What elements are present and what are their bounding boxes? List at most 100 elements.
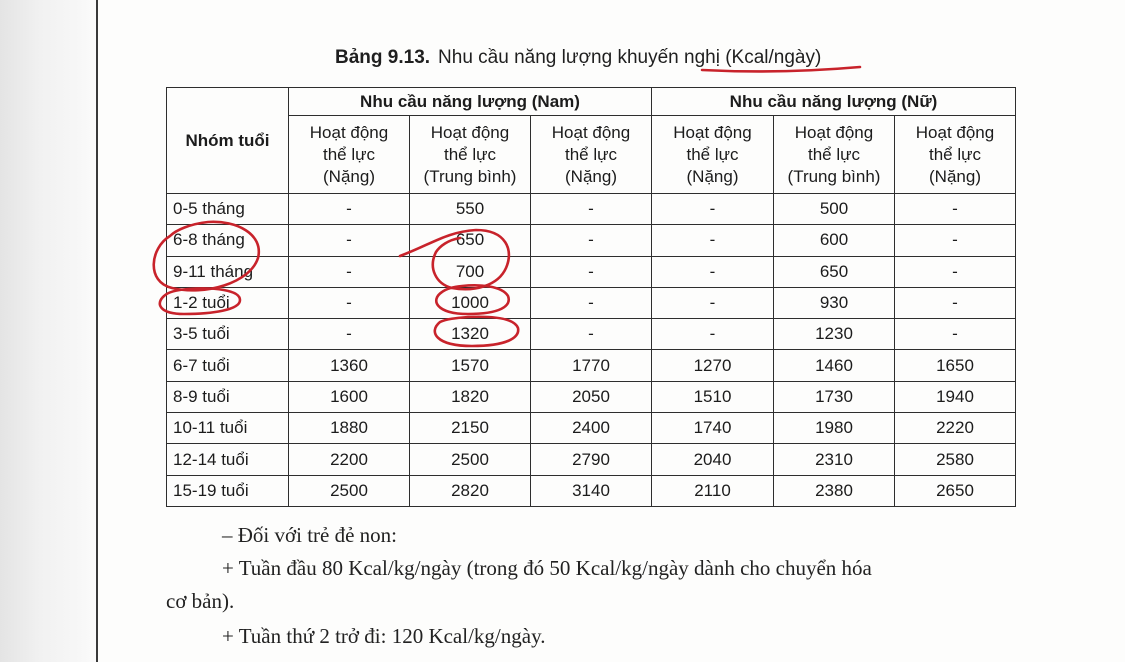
energy-value-cell: 3140	[530, 474, 652, 507]
energy-value-cell: 2310	[773, 443, 895, 476]
table-title: Nhu cầu năng lượng khuyến nghị (Kcal/ngà…	[438, 47, 822, 68]
table-row: 15-19 tuổi 2500 2820 3140 2110 2380 2650	[166, 474, 1016, 507]
energy-value-cell: -	[288, 224, 410, 257]
energy-value-cell: 1880	[288, 412, 410, 445]
energy-value-cell: 650	[409, 224, 531, 257]
energy-value-cell: -	[894, 255, 1016, 288]
table-number: Bảng 9.13.	[335, 47, 431, 68]
energy-value-cell: -	[530, 318, 652, 351]
table-row: 1-2 tuổi -1000- -930-	[166, 286, 1016, 320]
age-group-cell: 12-14 tuổi	[166, 443, 289, 476]
energy-value-cell: -	[288, 318, 410, 351]
energy-value-cell: -	[288, 286, 410, 320]
note-first-week-cont: cơ bản).	[166, 589, 235, 613]
subheader-cell: Hoạt động thể lực (Nặng)	[530, 115, 652, 194]
energy-value-cell: 500	[773, 192, 895, 226]
energy-value-cell: 1770	[530, 349, 652, 382]
energy-value-cell: 1320	[409, 318, 531, 351]
energy-value-cell: 1600	[288, 380, 410, 414]
energy-value-cell: -	[651, 224, 774, 257]
energy-value-cell: 1650	[894, 349, 1016, 382]
energy-value-cell: -	[288, 192, 410, 226]
page-gutter-shadow	[0, 0, 96, 662]
energy-value-cell: -	[651, 255, 774, 288]
male-group-header: Nhu cầu năng lượng (Nam)	[288, 87, 652, 116]
energy-value-cell: 550	[409, 192, 531, 226]
energy-value-cell: 2790	[530, 443, 652, 476]
table-row: 10-11 tuổi 1880 2150 2400 1740 1980 2220	[166, 412, 1016, 445]
note-first-week: + Tuần đầu 80 Kcal/kg/ngày (trong đó 50 …	[222, 556, 872, 580]
energy-value-cell: -	[894, 286, 1016, 320]
energy-requirements-table: Nhóm tuổi Nhu cầu năng lượng (Nam) Nhu c…	[166, 87, 1016, 507]
energy-value-cell: -	[651, 318, 774, 351]
energy-value-cell: 1820	[409, 380, 531, 414]
energy-value-cell: 2580	[894, 443, 1016, 476]
energy-value-cell: 1730	[773, 380, 895, 414]
header-row-activity: Hoạt động thể lực (Nặng) Hoạt động thể lực(…	[167, 115, 1016, 194]
energy-value-cell: 1980	[773, 412, 895, 445]
energy-value-cell: 2050	[530, 380, 652, 414]
energy-value-cell: -	[894, 224, 1016, 257]
table-row: 9-11 tháng -700- -650-	[166, 255, 1016, 288]
energy-value-cell: -	[894, 318, 1016, 351]
subheader-cell: Hoạt động thể lực (Nặng)	[651, 115, 774, 194]
energy-value-cell: 600	[773, 224, 895, 257]
energy-value-cell: 700	[409, 255, 531, 288]
table-body: 0-5 tháng -550- -500-6-8 tháng -650- -600-9-…	[166, 192, 1016, 507]
subheader-cell: Hoạt động thể lực (Nặng)	[894, 115, 1016, 194]
subheader-cell: Hoạt động thể lực (Trung bình)	[773, 115, 895, 194]
table-row: 6-8 tháng -650- -600-	[166, 224, 1016, 257]
energy-value-cell: 930	[773, 286, 895, 320]
age-group-cell: 1-2 tuổi	[166, 286, 289, 320]
table-caption: Bảng 9.13. Nhu cầu năng lượng khuyến nghị…	[335, 47, 821, 69]
age-group-cell: 6-8 tháng	[166, 224, 289, 257]
female-group-header: Nhu cầu năng lượng (Nữ)	[651, 87, 1016, 116]
energy-value-cell: 2500	[288, 474, 410, 507]
subheader-cell: Hoạt động thể lực (Trung bình)	[409, 115, 531, 194]
energy-value-cell: -	[894, 192, 1016, 226]
table-row: 12-14 tuổi 2200 2500 2790 2040 2310 2580	[166, 443, 1016, 476]
energy-value-cell: 1270	[651, 349, 774, 382]
energy-value-cell: 1570	[409, 349, 531, 382]
table-row: 6-7 tuổi 1360 1570 1770 1270 1460 1650	[166, 349, 1016, 382]
age-group-cell: 15-19 tuổi	[166, 474, 289, 507]
age-group-cell: 3-5 tuổi	[166, 318, 289, 351]
energy-value-cell: -	[651, 192, 774, 226]
energy-value-cell: -	[530, 286, 652, 320]
energy-value-cell: 1000	[409, 286, 531, 320]
energy-value-cell: 2220	[894, 412, 1016, 445]
energy-value-cell: 650	[773, 255, 895, 288]
energy-value-cell: 1460	[773, 349, 895, 382]
energy-value-cell: 2820	[409, 474, 531, 507]
energy-value-cell: 1940	[894, 380, 1016, 414]
age-group-cell: 6-7 tuổi	[166, 349, 289, 382]
energy-value-cell: 2150	[409, 412, 531, 445]
energy-value-cell: 2650	[894, 474, 1016, 507]
age-group-cell: 0-5 tháng	[166, 192, 289, 226]
age-group-cell: 8-9 tuổi	[166, 380, 289, 414]
age-group-header: Nhóm tuổi	[166, 87, 289, 194]
energy-value-cell: 2500	[409, 443, 531, 476]
energy-value-cell: 1230	[773, 318, 895, 351]
table-row: 3-5 tuổi -1320- -1230-	[166, 318, 1016, 351]
energy-value-cell: 2200	[288, 443, 410, 476]
energy-value-cell: 2110	[651, 474, 774, 507]
energy-value-cell: 2400	[530, 412, 652, 445]
note-second-week: + Tuần thứ 2 trở đi: 120 Kcal/kg/ngày.	[222, 624, 546, 648]
energy-value-cell: 1740	[651, 412, 774, 445]
energy-value-cell: -	[530, 224, 652, 257]
energy-value-cell: -	[651, 286, 774, 320]
energy-value-cell: 1510	[651, 380, 774, 414]
table-row: 8-9 tuổi 1600 1820 2050 1510 1730 1940	[166, 380, 1016, 414]
energy-value-cell: 1360	[288, 349, 410, 382]
energy-value-cell: -	[530, 255, 652, 288]
age-group-cell: 10-11 tuổi	[166, 412, 289, 445]
energy-value-cell: 2040	[651, 443, 774, 476]
note-preterm-heading: – Đối với trẻ đẻ non:	[222, 523, 397, 547]
header-row-groups: Nhóm tuổi Nhu cầu năng lượng (Nam) Nhu c…	[166, 87, 1016, 194]
energy-value-cell: -	[288, 255, 410, 288]
age-group-cell: 9-11 tháng	[166, 255, 289, 288]
subheader-cell: Hoạt động thể lực (Nặng)	[288, 115, 410, 194]
energy-value-cell: -	[530, 192, 652, 226]
table-row: 0-5 tháng -550- -500-	[166, 192, 1016, 226]
